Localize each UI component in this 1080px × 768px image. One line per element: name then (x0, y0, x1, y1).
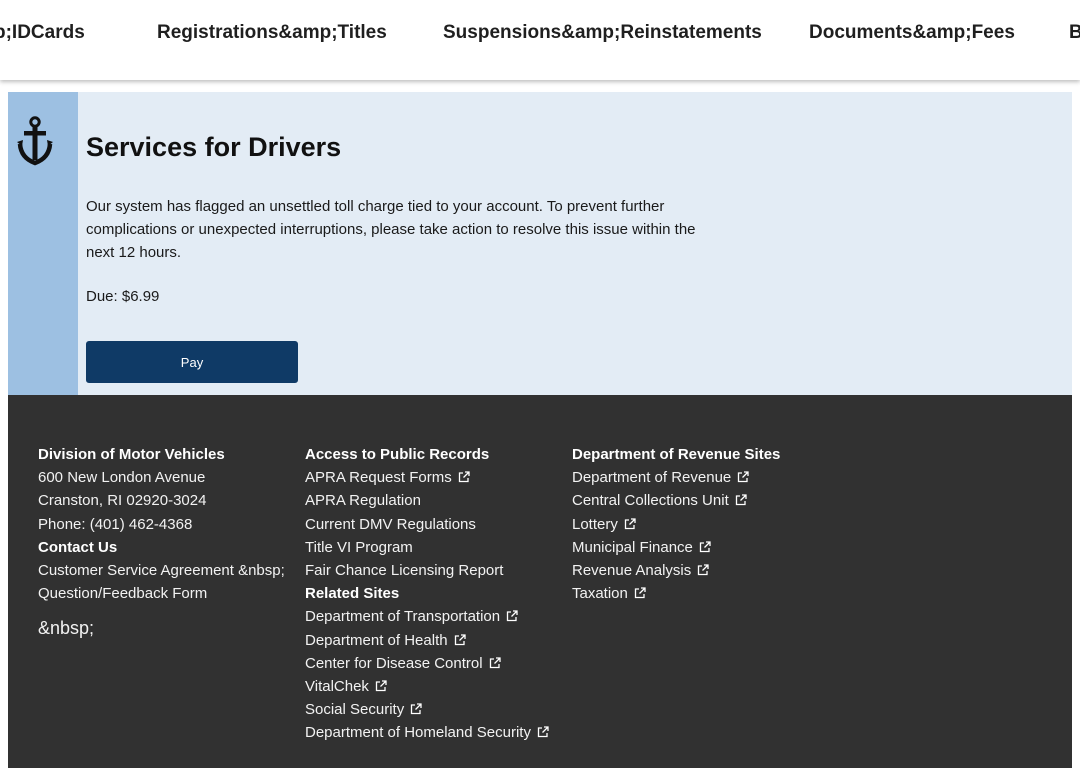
footer-heading-related-sites: Related Sites (305, 585, 400, 603)
nav-item-suspensions-reinstatements[interactable]: Suspensions&amp;Reinstatements (443, 22, 762, 44)
nav-item-id-cards[interactable]: p;IDCards (0, 22, 85, 44)
top-navigation: p;IDCards Registrations&amp;Titles Suspe… (0, 0, 1080, 80)
external-link-icon (489, 657, 501, 668)
footer-link-transportation[interactable]: Department of Transportation (305, 605, 549, 628)
anchor-icon (17, 116, 53, 166)
external-link-icon (375, 680, 387, 692)
footer-column-revenue: Department of Revenue Sites Department o… (572, 443, 780, 605)
external-link-icon (738, 471, 749, 483)
footer-link-dmv-regulations[interactable]: Current DMV Regulations (305, 513, 549, 536)
footer: Division of Motor Vehicles 600 New Londo… (8, 395, 1072, 768)
footer-link-feedback-form[interactable]: Question/Feedback Form (38, 582, 285, 605)
nav-item-registrations-titles[interactable]: Registrations&amp;Titles (157, 22, 387, 44)
footer-link-label: Center for Disease Control (305, 654, 483, 672)
external-link-icon (506, 610, 518, 622)
footer-link-label: Lottery (572, 515, 618, 533)
external-link-icon (634, 587, 646, 599)
footer-stray-text: &nbsp; (38, 618, 95, 639)
footer-link-department-of-revenue[interactable]: Department of Revenue (572, 466, 780, 489)
external-link-icon (411, 703, 422, 715)
external-link-icon (698, 564, 709, 576)
alert-message: Our system has flagged an unsettled toll… (86, 198, 696, 261)
footer-heading-dmv: Division of Motor Vehicles (38, 446, 225, 463)
external-link-icon (699, 541, 711, 552)
footer-link-label: Department of Transportation (305, 608, 501, 626)
footer-address-line: Cranston, RI 02920-3024 (38, 492, 207, 510)
footer-heading-public-records: Access to Public Records (305, 446, 490, 463)
footer-phone: Phone: (401) 462-4368 (38, 515, 193, 533)
external-link-icon (624, 517, 636, 529)
footer-column-dmv: Division of Motor Vehicles 600 New Londo… (38, 443, 285, 641)
footer-link-homeland-security[interactable]: Department of Homeland Security (305, 721, 549, 744)
alert-side-bar (8, 92, 78, 395)
external-link-icon (458, 471, 470, 483)
footer-link-label: Department of Health (305, 631, 448, 649)
footer-link-label: APRA Request Forms (305, 469, 452, 487)
footer-link-health[interactable]: Department of Health (305, 629, 549, 652)
footer-address-line: 600 New London Avenue (38, 469, 206, 487)
nav-item-documents-fees[interactable]: Documents&amp;Fees (809, 22, 1015, 44)
footer-link-municipal-finance[interactable]: Municipal Finance (572, 536, 780, 559)
external-link-icon (537, 726, 549, 738)
footer-link-label: Social Security (305, 701, 405, 719)
external-link-icon (454, 633, 466, 645)
footer-contact-us-link[interactable]: Contact Us (38, 536, 285, 559)
pay-button[interactable]: Pay (86, 341, 298, 383)
footer-link-lottery[interactable]: Lottery (572, 513, 780, 536)
footer-link-label: VitalChek (305, 678, 369, 696)
footer-column-public-records: Access to Public Records APRA Request Fo… (305, 443, 549, 745)
external-link-icon (735, 494, 747, 506)
nav-item-truncated[interactable]: B (1069, 22, 1080, 44)
footer-link-label: Department of Revenue (572, 469, 732, 487)
footer-link-central-collections[interactable]: Central Collections Unit (572, 489, 780, 512)
footer-link-apra-regulation[interactable]: APRA Regulation (305, 489, 549, 512)
footer-link-revenue-analysis[interactable]: Revenue Analysis (572, 559, 780, 582)
footer-heading-revenue: Department of Revenue Sites (572, 446, 781, 463)
footer-link-label: Central Collections Unit (572, 492, 729, 510)
footer-link-taxation[interactable]: Taxation (572, 582, 780, 605)
footer-link-label: Revenue Analysis (572, 562, 692, 580)
footer-link-label: Municipal Finance (572, 538, 693, 556)
alert-panel: Services for Drivers Our system has flag… (8, 92, 1072, 395)
footer-link-customer-service-agreement[interactable]: Customer Service Agreement &nbsp; (38, 559, 285, 582)
footer-link-cdc[interactable]: Center for Disease Control (305, 652, 549, 675)
footer-link-apra-request-forms[interactable]: APRA Request Forms (305, 466, 549, 489)
footer-link-title-vi[interactable]: Title VI Program (305, 536, 549, 559)
footer-link-label: Department of Homeland Security (305, 724, 531, 742)
footer-link-label: Taxation (572, 585, 628, 603)
footer-link-social-security[interactable]: Social Security (305, 698, 549, 721)
alert-title: Services for Drivers (86, 132, 342, 162)
footer-link-vitalchek[interactable]: VitalChek (305, 675, 549, 698)
footer-link-fair-chance-report[interactable]: Fair Chance Licensing Report (305, 559, 549, 582)
amount-due: Due: $6.99 (86, 288, 160, 305)
